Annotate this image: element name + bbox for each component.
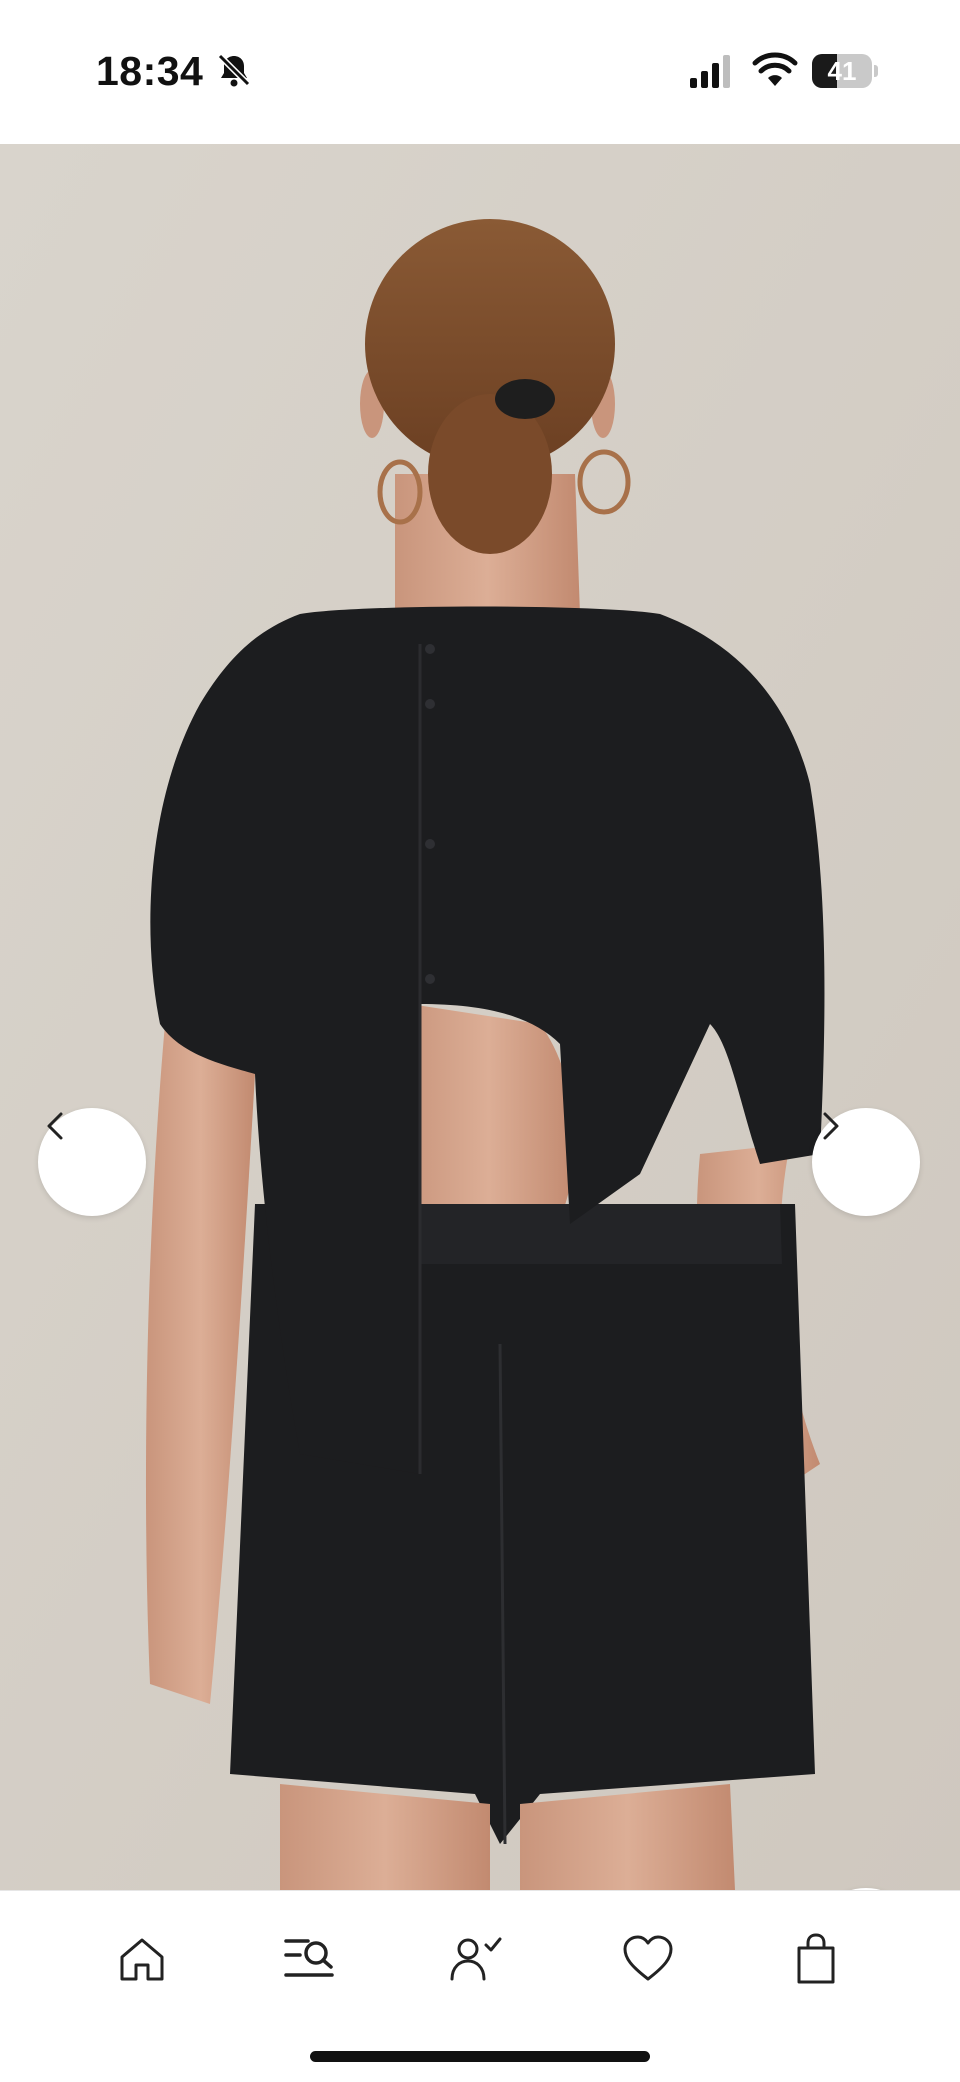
- nav-wishlist[interactable]: [618, 1929, 678, 1989]
- product-photo[interactable]: [0, 144, 960, 1890]
- nav-bag[interactable]: [786, 1929, 846, 1989]
- model-illustration: [0, 144, 960, 1890]
- nav-account[interactable]: [446, 1929, 506, 1989]
- heart-icon: [623, 1935, 673, 1981]
- chevron-left-icon: [47, 1112, 63, 1140]
- bag-icon: [797, 1933, 835, 1984]
- next-image-button[interactable]: [812, 1108, 920, 1216]
- nav-home[interactable]: [112, 1929, 172, 1989]
- chevron-right-icon: [823, 1112, 839, 1140]
- search-menu-icon: [284, 1939, 334, 1977]
- battery-level: 41: [827, 56, 857, 86]
- home-icon: [120, 1938, 164, 1981]
- status-bar: 18:34 41: [0, 0, 960, 144]
- battery-icon: 41: [812, 54, 878, 88]
- account-icon: [450, 1937, 502, 1981]
- bell-slash-icon: [217, 53, 251, 87]
- bottom-navigation: [0, 1890, 960, 2082]
- nav-search[interactable]: [280, 1929, 340, 1989]
- previous-image-button[interactable]: [38, 1108, 146, 1216]
- wifi-icon: [752, 52, 798, 86]
- home-indicator: [310, 2051, 650, 2062]
- signal-icon: [690, 55, 730, 88]
- status-time: 18:34: [96, 48, 204, 94]
